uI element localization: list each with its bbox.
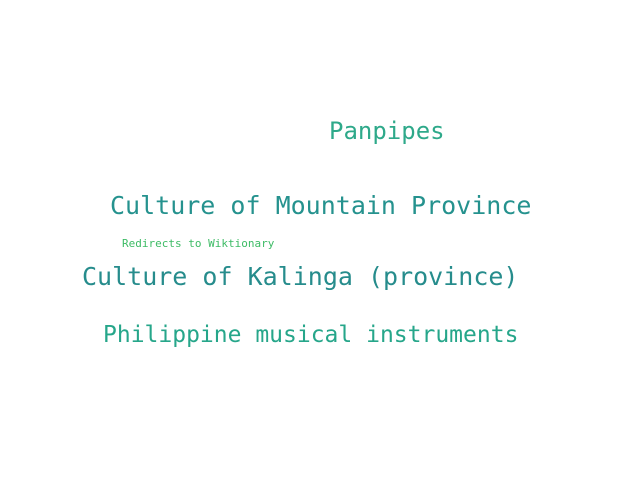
word-culture-of-mountain-province: Culture of Mountain Province: [110, 191, 532, 220]
word-panpipes: Panpipes: [329, 117, 445, 145]
word-cloud: Panpipes Culture of Mountain Province Re…: [0, 0, 640, 480]
word-redirects-to-wiktionary: Redirects to Wiktionary: [122, 237, 275, 250]
word-culture-of-kalinga-province: Culture of Kalinga (province): [82, 262, 519, 291]
word-philippine-musical-instruments: Philippine musical instruments: [103, 322, 519, 348]
